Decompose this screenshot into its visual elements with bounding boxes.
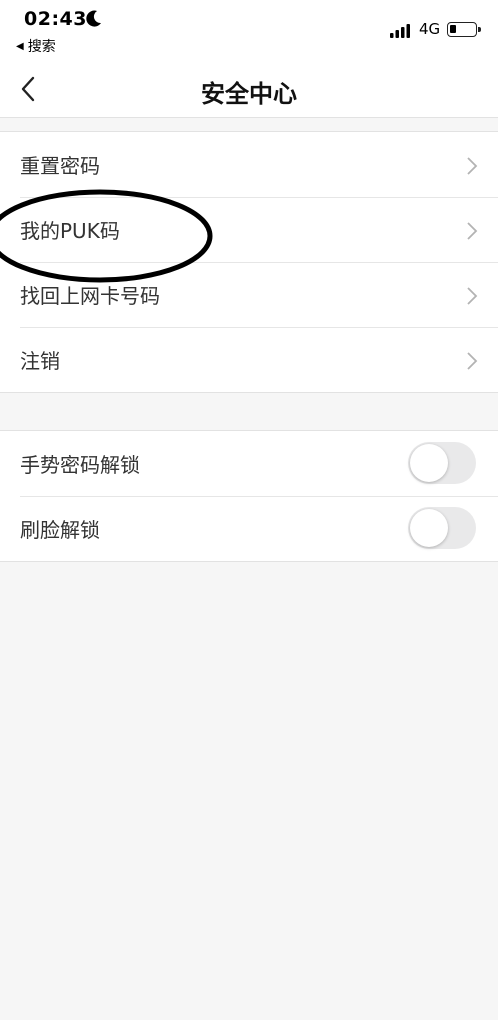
chevron-right-icon: [467, 352, 478, 370]
toggle-knob: [410, 509, 448, 547]
nav-bar: 安全中心: [0, 60, 498, 118]
status-bar: 02:43 ◀ 搜索 4G: [0, 0, 498, 60]
signal-icon: [390, 24, 410, 38]
chevron-right-icon: [467, 287, 478, 305]
battery-icon: [447, 22, 481, 37]
setting-face-unlock: 刷脸解锁: [0, 496, 498, 561]
back-app-label: 搜索: [27, 39, 56, 55]
back-triangle-icon: ◀: [16, 40, 24, 52]
menu-item-recover-card-number[interactable]: 找回上网卡号码: [0, 262, 498, 327]
setting-label: 手势密码解锁: [20, 453, 140, 477]
unlock-settings: 手势密码解锁 刷脸解锁: [0, 430, 498, 562]
network-type: 4G: [419, 20, 441, 38]
chevron-right-icon: [467, 157, 478, 175]
menu-item-label: 注销: [20, 349, 60, 373]
setting-gesture-unlock: 手势密码解锁: [0, 431, 498, 496]
menu-item-reset-password[interactable]: 重置密码: [0, 132, 498, 197]
menu-item-label: 找回上网卡号码: [20, 284, 160, 308]
menu-item-label: 重置密码: [20, 154, 100, 178]
page-title: 安全中心: [201, 80, 297, 108]
chevron-right-icon: [467, 222, 478, 240]
status-time: 02:43: [24, 8, 87, 30]
gesture-unlock-toggle[interactable]: [408, 442, 476, 484]
menu-item-deregister[interactable]: 注销: [0, 327, 498, 392]
setting-label: 刷脸解锁: [20, 518, 100, 542]
moon-icon: [86, 10, 101, 27]
menu-item-puk-code[interactable]: 我的PUK码: [0, 197, 498, 262]
back-to-app[interactable]: ◀ 搜索: [16, 36, 56, 56]
menu-item-label: 我的PUK码: [20, 219, 120, 243]
toggle-knob: [410, 444, 448, 482]
battery-fill: [450, 25, 456, 33]
face-unlock-toggle[interactable]: [408, 507, 476, 549]
security-menu: 重置密码 我的PUK码 找回上网卡号码 注销: [0, 131, 498, 393]
screen: 02:43 ◀ 搜索 4G 安全中心 重置密码 我的PUK码 找回上网卡号码 注…: [0, 0, 498, 1020]
